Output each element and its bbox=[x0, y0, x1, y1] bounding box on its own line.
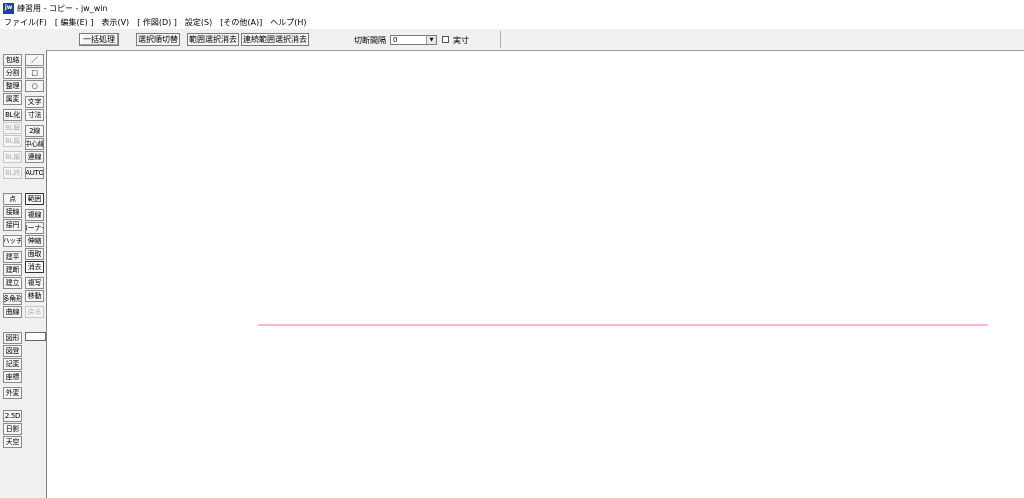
tool-move[interactable]: 移動 bbox=[25, 290, 44, 302]
tool-double-line[interactable]: 2線 bbox=[25, 125, 44, 137]
tool-symbol-change[interactable]: 記変 bbox=[3, 358, 22, 370]
tool-building-plan[interactable]: 建平 bbox=[3, 251, 22, 263]
tool-tangent-line[interactable]: 接線 bbox=[3, 206, 22, 218]
tool-block-create[interactable]: BL化 bbox=[3, 109, 22, 121]
menu-other[interactable]: [その他(A)] bbox=[216, 17, 266, 28]
tool-offset-line[interactable]: 複線 bbox=[25, 209, 44, 221]
tool-line[interactable]: ／ bbox=[25, 54, 44, 66]
tool-block-edit[interactable]: BL編 bbox=[3, 151, 22, 163]
tool-connect-line[interactable]: 連線 bbox=[25, 151, 44, 163]
tool-sky[interactable]: 天空 bbox=[3, 436, 22, 448]
title-bar: jw 練習用 - コピー - jw_win bbox=[0, 0, 1024, 16]
tool-stretch[interactable]: 伸縮 bbox=[25, 235, 44, 247]
batch-process-button[interactable]: 一括処理 bbox=[79, 33, 119, 46]
chevron-down-icon[interactable]: ▼ bbox=[426, 36, 436, 44]
layer-indicator[interactable] bbox=[25, 332, 46, 341]
tool-polygon[interactable]: 多角形 bbox=[3, 293, 22, 305]
tool-dimension[interactable]: 寸法 bbox=[25, 109, 44, 121]
app-icon: jw bbox=[3, 2, 14, 14]
tool-external-change[interactable]: 外変 bbox=[3, 387, 22, 399]
tool-erase[interactable]: 消去 bbox=[25, 261, 44, 273]
chain-range-erase-button[interactable]: 連続範囲選択消去 bbox=[241, 33, 309, 46]
tool-2-5d[interactable]: 2.5D bbox=[3, 410, 22, 422]
command-toolbar: 一括処理 選択順切替 範囲選択消去 連続範囲選択消去 切断間隔 0 ▼ 実寸 bbox=[0, 29, 1024, 51]
tool-range[interactable]: 範囲 bbox=[25, 193, 44, 205]
tool-auto[interactable]: AUTO bbox=[25, 167, 44, 179]
range-select-erase-button[interactable]: 範囲選択消去 bbox=[187, 33, 239, 46]
tool-coordinates[interactable]: 座標 bbox=[3, 371, 22, 383]
actual-size-checkbox[interactable] bbox=[442, 36, 449, 43]
menu-view[interactable]: 表示(V) bbox=[97, 17, 133, 28]
actual-size-label: 実寸 bbox=[453, 36, 469, 45]
menu-help[interactable]: ヘルプ(H) bbox=[266, 17, 310, 28]
tool-corner[interactable]: コーナー bbox=[25, 222, 44, 234]
tool-rectangle[interactable]: □ bbox=[25, 67, 44, 79]
menu-bar: ファイル(F) [ 編集(E) ] 表示(V) [ 作図(D) ] 設定(S) … bbox=[0, 16, 1024, 29]
tool-figure-register[interactable]: 図登 bbox=[3, 345, 22, 357]
menu-edit[interactable]: [ 編集(E) ] bbox=[51, 17, 98, 28]
drawing-svg bbox=[258, 324, 988, 326]
tool-building-section[interactable]: 建断 bbox=[3, 264, 22, 276]
tool-tangent-circle[interactable]: 接円 bbox=[3, 219, 22, 231]
toolbar-divider bbox=[500, 31, 501, 48]
drawing-canvas[interactable] bbox=[48, 51, 1024, 498]
tool-curve[interactable]: 曲線 bbox=[3, 306, 22, 318]
tool-chamfer[interactable]: 面取 bbox=[25, 248, 44, 260]
tool-copy[interactable]: 複写 bbox=[25, 277, 44, 289]
tool-block-release[interactable]: BL解 bbox=[3, 122, 22, 134]
tool-undo[interactable]: 戻る bbox=[25, 306, 44, 318]
tool-envelope[interactable]: 包絡 bbox=[3, 54, 22, 66]
tool-circle[interactable]: ○ bbox=[25, 80, 44, 92]
cut-interval-value: 0 bbox=[393, 36, 398, 44]
tool-sun-shadow[interactable]: 日影 bbox=[3, 423, 22, 435]
tool-divide[interactable]: 分割 bbox=[3, 67, 22, 79]
tool-text[interactable]: 文字 bbox=[25, 96, 44, 108]
window-title: 練習用 - コピー - jw_win bbox=[17, 3, 108, 13]
tool-hatch[interactable]: ハッチ bbox=[3, 235, 22, 247]
cut-interval-select[interactable]: 0 ▼ bbox=[390, 35, 437, 45]
tool-figure[interactable]: 図形 bbox=[3, 332, 22, 344]
cut-interval-label: 切断間隔 bbox=[354, 36, 386, 45]
tool-center-line[interactable]: 中心線 bbox=[25, 138, 44, 150]
tool-block-end[interactable]: BL終 bbox=[3, 167, 22, 179]
select-order-button[interactable]: 選択順切替 bbox=[136, 33, 180, 46]
tool-palette: 包絡 分割 整理 属変 BL化 BL解 BL属 BL編 BL終 点 接線 接円 … bbox=[0, 50, 47, 498]
tool-attribute-change[interactable]: 属変 bbox=[3, 93, 22, 105]
menu-draw[interactable]: [ 作図(D) ] bbox=[133, 17, 181, 28]
menu-file[interactable]: ファイル(F) bbox=[0, 17, 51, 28]
tool-point[interactable]: 点 bbox=[3, 193, 22, 205]
tool-building-elevation[interactable]: 建立 bbox=[3, 277, 22, 289]
menu-settings[interactable]: 設定(S) bbox=[181, 17, 216, 28]
tool-arrange[interactable]: 整理 bbox=[3, 80, 22, 92]
tool-block-attribute[interactable]: BL属 bbox=[3, 135, 22, 147]
